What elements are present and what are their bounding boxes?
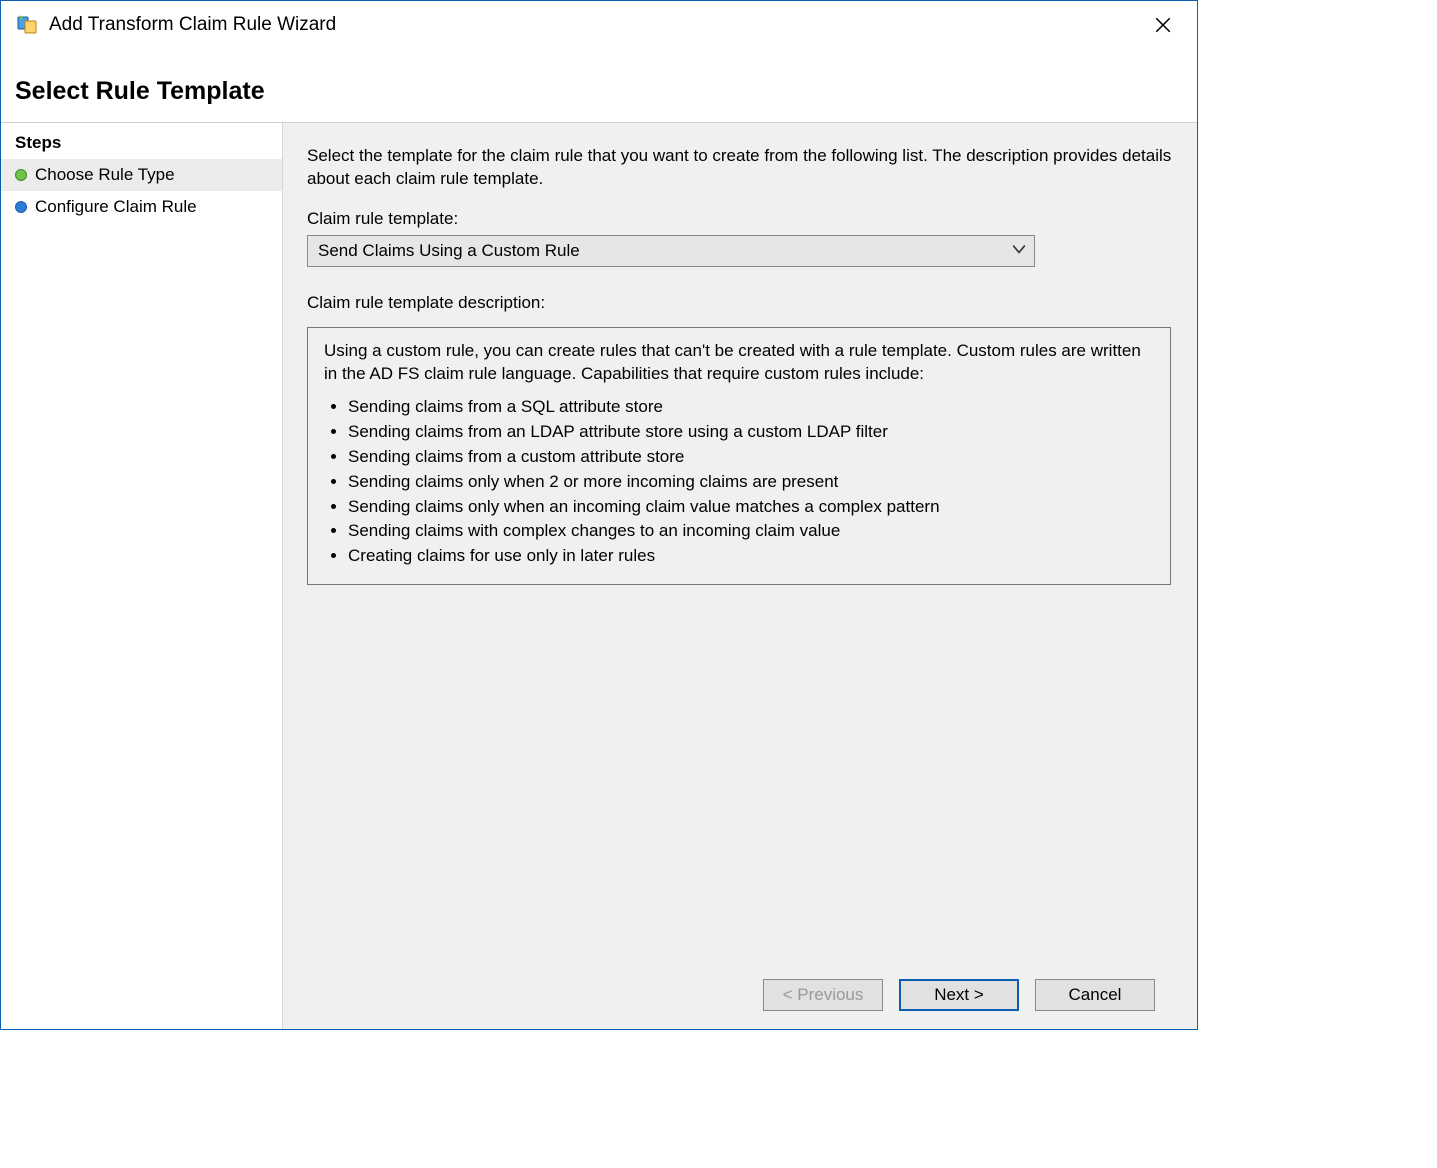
dropdown-value: Send Claims Using a Custom Rule — [318, 241, 580, 261]
instruction-text: Select the template for the claim rule t… — [307, 145, 1173, 191]
step-label: Configure Claim Rule — [35, 197, 197, 217]
wizard-footer: < Previous Next > Cancel — [307, 961, 1173, 1029]
description-intro: Using a custom rule, you can create rule… — [324, 340, 1154, 386]
blue-dot-icon — [15, 201, 27, 213]
titlebar: Add Transform Claim Rule Wizard — [1, 1, 1197, 49]
description-bullet: Sending claims from a SQL attribute stor… — [348, 396, 1154, 419]
description-bullet: Sending claims only when 2 or more incom… — [348, 471, 1154, 494]
description-bullet: Sending claims with complex changes to a… — [348, 520, 1154, 543]
steps-sidebar: Steps Choose Rule Type Configure Claim Ru… — [1, 123, 283, 1029]
close-button[interactable] — [1143, 5, 1183, 45]
green-dot-icon — [15, 169, 27, 181]
description-bullet: Creating claims for use only in later ru… — [348, 545, 1154, 568]
chevron-down-icon — [1012, 241, 1026, 261]
description-bullet: Sending claims only when an incoming cla… — [348, 496, 1154, 519]
steps-heading: Steps — [1, 129, 282, 159]
next-button[interactable]: Next > — [899, 979, 1019, 1011]
page-header: Select Rule Template — [1, 49, 1197, 122]
claim-rule-template-dropdown[interactable]: Send Claims Using a Custom Rule — [307, 235, 1035, 267]
template-description-box: Using a custom rule, you can create rule… — [307, 327, 1171, 585]
page-title: Select Rule Template — [15, 77, 1183, 106]
cancel-button[interactable]: Cancel — [1035, 979, 1155, 1011]
description-label: Claim rule template description: — [307, 293, 1173, 313]
window-title: Add Transform Claim Rule Wizard — [49, 14, 1143, 36]
step-configure-claim-rule[interactable]: Configure Claim Rule — [1, 191, 282, 223]
main-panel: Select the template for the claim rule t… — [283, 123, 1197, 1029]
description-bullet: Sending claims from a custom attribute s… — [348, 446, 1154, 469]
description-bullet-list: Sending claims from a SQL attribute stor… — [324, 396, 1154, 569]
template-label: Claim rule template: — [307, 209, 1173, 229]
wizard-window: Add Transform Claim Rule Wizard Select R… — [0, 0, 1198, 1030]
description-bullet: Sending claims from an LDAP attribute st… — [348, 421, 1154, 444]
wizard-icon — [15, 13, 39, 37]
step-label: Choose Rule Type — [35, 165, 175, 185]
step-choose-rule-type[interactable]: Choose Rule Type — [1, 159, 282, 191]
previous-button: < Previous — [763, 979, 883, 1011]
